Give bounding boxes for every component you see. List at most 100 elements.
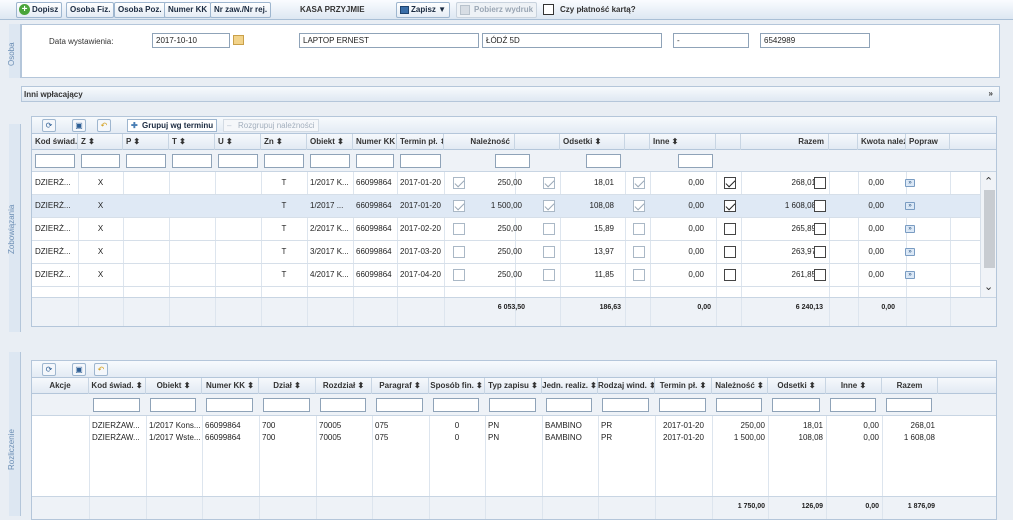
card-payment-checkbox[interactable]: [543, 4, 554, 15]
numer-kk-button[interactable]: Numer KK: [164, 2, 212, 18]
row-checkbox[interactable]: [543, 177, 555, 189]
zob-col-header[interactable]: Kwota należ: [858, 134, 906, 150]
zobowiazania-side-tab[interactable]: Zobowiązania: [7, 124, 21, 332]
scroll-thumb[interactable]: [984, 190, 995, 268]
number-input[interactable]: 6542989: [760, 33, 870, 48]
zob-filter-input[interactable]: [172, 154, 212, 168]
roz-col-header[interactable]: Należność ⬍: [712, 378, 768, 394]
row-checkbox[interactable]: [453, 246, 465, 258]
roz-col-header[interactable]: Rodzaj wind. ⬍: [598, 378, 655, 394]
zob-filter-input[interactable]: [310, 154, 350, 168]
roz-filter-input[interactable]: [320, 398, 366, 412]
save-button[interactable]: Zapisz ▼: [396, 2, 451, 18]
zob-col-header[interactable]: Z ⬍: [78, 134, 123, 150]
zob-col-header[interactable]: [716, 134, 741, 150]
zob-col-header[interactable]: Obiekt ⬍: [307, 134, 353, 150]
zob-scrollbar[interactable]: ⌃ ⌄: [980, 172, 996, 297]
zob-filter-input[interactable]: [218, 154, 258, 168]
row-checkbox[interactable]: [453, 200, 465, 212]
edit-icon[interactable]: »: [905, 179, 915, 187]
row-checkbox[interactable]: [453, 223, 465, 235]
row-checkbox[interactable]: [543, 200, 555, 212]
roz-refresh-icon[interactable]: ⟳: [42, 363, 56, 376]
row-checkbox[interactable]: [633, 223, 645, 235]
date-input[interactable]: 2017-10-10: [152, 33, 230, 48]
zob-col-header[interactable]: Kod świad.: [32, 134, 78, 150]
roz-filter-input[interactable]: [433, 398, 479, 412]
zob-table-row[interactable]: DZIERŻ... X T 3/2017 K... 66099864 2017-03-20…: [32, 241, 980, 264]
roz-table-row[interactable]: DZIERŻAW... 1/2017 Wste... 66099864 700 7000…: [32, 432, 938, 444]
roz-filter-input[interactable]: [772, 398, 820, 412]
zob-filter-input[interactable]: [126, 154, 166, 168]
row-checkbox[interactable]: [633, 200, 645, 212]
roz-filter-input[interactable]: [602, 398, 649, 412]
roz-col-header[interactable]: Paragraf ⬍: [372, 378, 429, 394]
roz-filter-input[interactable]: [150, 398, 196, 412]
zob-col-header[interactable]: Popraw: [906, 134, 950, 150]
roz-col-header[interactable]: Razem: [882, 378, 938, 394]
zob-filter-input[interactable]: [678, 154, 713, 168]
roz-col-header[interactable]: Dział ⬍: [259, 378, 316, 394]
zob-filter-input[interactable]: [586, 154, 621, 168]
zob-filter-input[interactable]: [400, 154, 441, 168]
address-input[interactable]: ŁÓDŹ 5D: [482, 33, 662, 48]
row-checkbox[interactable]: [814, 177, 826, 189]
roz-col-header[interactable]: Sposób fin. ⬍: [429, 378, 485, 394]
zob-col-header[interactable]: Należność: [444, 134, 515, 150]
row-checkbox[interactable]: [814, 200, 826, 212]
refresh-icon[interactable]: ⟳: [42, 119, 56, 132]
zob-filter-input[interactable]: [356, 154, 394, 168]
edit-icon[interactable]: »: [905, 248, 915, 256]
row-checkbox[interactable]: [453, 269, 465, 281]
edit-icon[interactable]: »: [905, 271, 915, 279]
rozliczenie-side-tab[interactable]: Rozliczenie: [7, 352, 21, 516]
roz-col-header[interactable]: Numer KK ⬍: [202, 378, 259, 394]
pobierz-wydruk-button[interactable]: Pobierz wydruk: [456, 2, 538, 18]
roz-col-header[interactable]: Kod świad. ⬍: [89, 378, 146, 394]
undo-icon[interactable]: ↶: [97, 119, 111, 132]
name-input[interactable]: LAPTOP ERNEST: [299, 33, 479, 48]
roz-col-header[interactable]: Rozdział ⬍: [316, 378, 372, 394]
zob-col-header[interactable]: [625, 134, 650, 150]
row-checkbox[interactable]: [814, 269, 826, 281]
osoba-poz-button[interactable]: Osoba Poz.: [114, 2, 166, 18]
zob-col-header[interactable]: Odsetki ⬍: [560, 134, 625, 150]
nr-zaw-button[interactable]: Nr zaw./Nr rej.: [210, 2, 272, 18]
zob-col-header[interactable]: Inne ⬍: [650, 134, 716, 150]
zob-filter-input[interactable]: [35, 154, 75, 168]
roz-filter-input[interactable]: [830, 398, 876, 412]
roz-filter-input[interactable]: [263, 398, 310, 412]
roz-col-header[interactable]: Akcje: [32, 378, 89, 394]
roz-col-header[interactable]: Typ zapisu ⬍: [485, 378, 542, 394]
row-checkbox[interactable]: [633, 246, 645, 258]
scroll-down-icon[interactable]: ⌄: [984, 280, 993, 293]
edit-icon[interactable]: »: [905, 202, 915, 210]
roz-filter-input[interactable]: [716, 398, 762, 412]
zob-table-row[interactable]: DZIERŻ... X T 2/2017 K... 66099864 2017-02-20…: [32, 218, 980, 241]
roz-filter-input[interactable]: [659, 398, 706, 412]
zob-table-row[interactable]: DZIERŻ... X T 1/2017 K... 66099864 2017-01-20…: [32, 172, 980, 195]
row-checkbox[interactable]: [543, 246, 555, 258]
row-checkbox[interactable]: [453, 177, 465, 189]
roz-table-row[interactable]: DZIERŻAW... 1/2017 Kons... 66099864 700 7000…: [32, 420, 938, 432]
osoba-fiz-button[interactable]: Osoba Fiz.: [66, 2, 115, 18]
roz-filter-input[interactable]: [489, 398, 536, 412]
roz-col-header[interactable]: Termin pł. ⬍: [655, 378, 712, 394]
roz-filter-input[interactable]: [886, 398, 932, 412]
zob-filter-input[interactable]: [81, 154, 120, 168]
add-button[interactable]: + Dopisz: [16, 2, 63, 18]
edit-icon[interactable]: »: [905, 225, 915, 233]
calendar-icon[interactable]: [233, 35, 244, 45]
inni-wplacajacy-header[interactable]: Inni wpłacający »: [21, 86, 1000, 102]
row-checkbox[interactable]: [814, 246, 826, 258]
row-checkbox[interactable]: [543, 223, 555, 235]
row-checkbox[interactable]: [724, 223, 736, 235]
zob-col-header[interactable]: Numer KK: [353, 134, 397, 150]
osoba-side-tab[interactable]: Osoba: [7, 24, 21, 78]
row-checkbox[interactable]: [724, 269, 736, 281]
row-checkbox[interactable]: [724, 246, 736, 258]
zob-col-header[interactable]: U ⬍: [215, 134, 261, 150]
roz-col-header[interactable]: Inne ⬍: [826, 378, 882, 394]
roz-col-header[interactable]: Jedn. realiz. ⬍: [542, 378, 598, 394]
zob-table-row[interactable]: DZIERŻ... X T 1/2017 ... 66099864 2017-01-20 1…: [32, 195, 980, 218]
